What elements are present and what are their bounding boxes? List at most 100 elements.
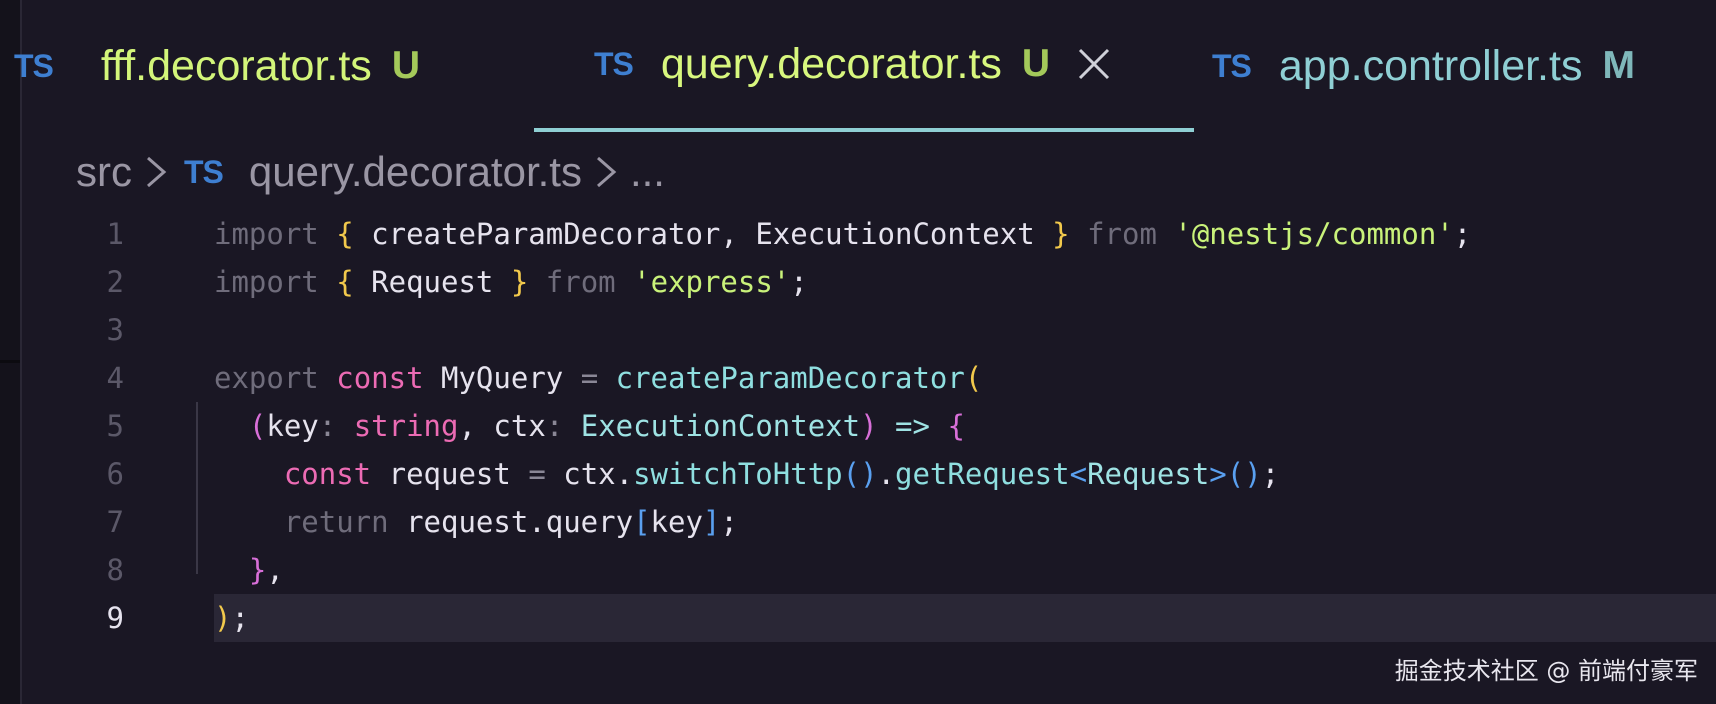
- line-number: 8: [106, 553, 124, 587]
- code-line[interactable]: 4 export const MyQuery = createParamDecor…: [22, 354, 1716, 402]
- code-token: switchToHttp: [633, 457, 843, 491]
- code-text: import { createParamDecorator, Execution…: [214, 210, 1716, 258]
- tab-app-controller[interactable]: TS app.controller.ts M: [1212, 0, 1635, 132]
- code-line[interactable]: 6 const request = ctx.switchToHttp().get…: [22, 450, 1716, 498]
- code-token: <: [1069, 457, 1088, 491]
- code-token: ,: [720, 217, 738, 251]
- code-token: ;: [1261, 457, 1280, 491]
- line-number: 4: [106, 361, 124, 395]
- code-token: const: [283, 457, 372, 491]
- code-token: Request: [1087, 457, 1210, 491]
- code-line[interactable]: 9);: [22, 594, 1716, 642]
- line-number: 9: [106, 601, 124, 635]
- code-token: key: [650, 505, 703, 539]
- line-number: 1: [106, 217, 124, 251]
- breadcrumb-folder[interactable]: src: [76, 148, 132, 196]
- line-number: 3: [106, 313, 124, 347]
- code-token: }: [1052, 217, 1070, 251]
- code-token: return: [283, 505, 389, 539]
- typescript-file-icon: TS: [594, 45, 634, 82]
- chevron-right-icon: [588, 152, 624, 192]
- code-text: import { Request } from 'express';: [214, 258, 1716, 306]
- code-line[interactable]: 7 return request.query[key];: [22, 498, 1716, 546]
- code-line[interactable]: 2 import { Request } from 'express';: [22, 258, 1716, 306]
- code-token: }: [248, 553, 267, 587]
- code-token: ctx.: [563, 457, 634, 491]
- close-icon[interactable]: [1076, 46, 1112, 82]
- code-token: [: [633, 505, 651, 539]
- breadcrumb-file[interactable]: query.decorator.ts: [249, 148, 582, 196]
- code-token: key: [266, 409, 319, 443]
- tab-query-decorator[interactable]: TS query.decorator.ts U: [534, 0, 1194, 132]
- code-token: ExecutionContext: [755, 217, 1035, 251]
- code-token: request.query: [406, 505, 634, 539]
- code-token: ExecutionContext: [580, 409, 861, 443]
- code-token: .: [877, 457, 895, 491]
- tab-bar: TS fff.decorator.ts U TS query.decorator…: [14, 0, 1716, 132]
- code-token: getRequest: [895, 457, 1070, 491]
- indent-guide: [196, 402, 198, 574]
- code-token: {: [336, 265, 354, 299]
- code-token: from: [1087, 217, 1157, 251]
- line-number: 6: [106, 457, 124, 491]
- code-editor[interactable]: 1 import { createParamDecorator, Executio…: [22, 210, 1716, 650]
- code-token: import: [214, 265, 319, 299]
- code-token: =: [528, 457, 546, 491]
- code-text: export const MyQuery = createParamDecora…: [214, 354, 1716, 402]
- git-status-badge: M: [1602, 44, 1635, 87]
- line-number: 7: [106, 505, 124, 539]
- code-token: ]: [702, 505, 721, 539]
- tab-label: app.controller.ts: [1278, 41, 1583, 90]
- code-token: const: [336, 361, 424, 395]
- code-token: ): [860, 409, 878, 443]
- code-token: :: [318, 409, 337, 443]
- code-token: {: [336, 217, 354, 251]
- code-token: '@nestjs/common': [1174, 217, 1454, 251]
- code-token: createParamDecorator: [371, 217, 721, 251]
- code-token: (: [248, 409, 267, 443]
- code-token: =>: [895, 409, 930, 443]
- code-line[interactable]: 8 },: [22, 546, 1716, 594]
- code-token: ;: [231, 601, 249, 635]
- breadcrumb-more[interactable]: ...: [630, 148, 665, 196]
- code-token: request: [388, 457, 511, 491]
- code-token: >(): [1209, 457, 1262, 491]
- code-token: ;: [790, 265, 808, 299]
- typescript-file-icon: TS: [184, 153, 224, 190]
- code-token: string: [353, 409, 459, 443]
- typescript-file-icon: TS: [1212, 47, 1252, 84]
- code-line[interactable]: 1 import { createParamDecorator, Executio…: [22, 210, 1716, 258]
- code-token: =: [580, 361, 599, 395]
- code-line[interactable]: 5 (key: string, ctx: ExecutionContext) =…: [22, 402, 1716, 450]
- git-status-badge: U: [1021, 42, 1051, 85]
- tab-label: fff.decorator.ts: [100, 41, 372, 90]
- code-token: ctx: [493, 409, 546, 443]
- tab-fff-decorator[interactable]: TS fff.decorator.ts U: [14, 0, 420, 132]
- watermark-text: 掘金技术社区 @ 前端付豪军: [1394, 657, 1698, 685]
- code-line[interactable]: 3: [22, 306, 1716, 354]
- code-token: MyQuery: [441, 361, 564, 395]
- code-token: ,: [458, 409, 476, 443]
